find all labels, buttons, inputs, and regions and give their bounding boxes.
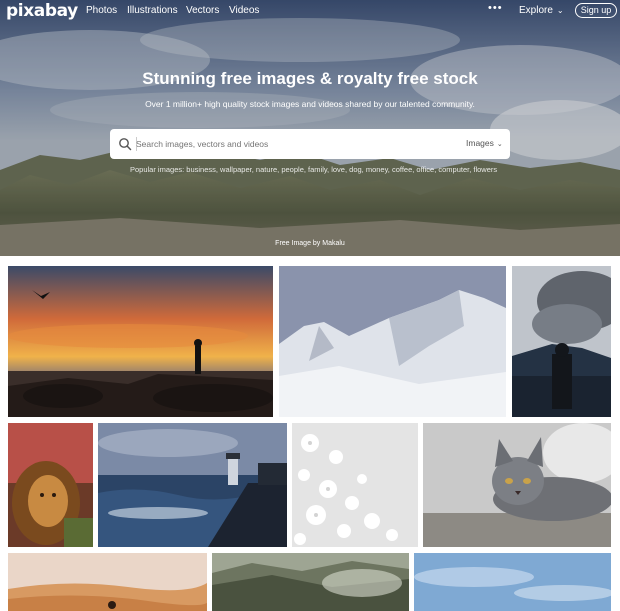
search-type-select[interactable]: Images ⌄ bbox=[466, 138, 503, 148]
explore-label: Explore bbox=[519, 5, 553, 16]
search-type-label: Images bbox=[466, 138, 494, 148]
hero-title: Stunning free images & royalty free stoc… bbox=[142, 69, 478, 88]
chevron-down-icon: ⌄ bbox=[556, 6, 564, 15]
signup-button[interactable]: Sign up bbox=[575, 3, 617, 18]
pixabay-logo[interactable]: pixabay bbox=[6, 1, 78, 21]
more-options-icon[interactable]: ••• bbox=[488, 2, 503, 14]
explore-menu[interactable]: Explore ⌄ bbox=[519, 5, 564, 16]
top-nav: pixabay Photos Illustrations Vectors Vid… bbox=[0, 0, 620, 22]
image-credit[interactable]: Free Image by Makalu bbox=[0, 240, 620, 247]
nav-link-videos[interactable]: Videos bbox=[229, 5, 259, 16]
pier-lighthouse-photo[interactable] bbox=[98, 423, 287, 547]
lion-photo[interactable] bbox=[8, 423, 93, 547]
white-paper-flowers-photo[interactable] bbox=[292, 423, 418, 547]
sunset-beach-silhouette-photo[interactable] bbox=[8, 266, 273, 417]
volcano-smoke-photo[interactable] bbox=[512, 266, 611, 417]
search-input[interactable] bbox=[136, 136, 436, 152]
nav-link-vectors[interactable]: Vectors bbox=[186, 5, 219, 16]
hero-background-image bbox=[0, 0, 620, 256]
desert-dunes-photo[interactable] bbox=[8, 553, 207, 611]
misty-mountains-photo[interactable] bbox=[212, 553, 409, 611]
grey-cat-photo[interactable] bbox=[423, 423, 611, 547]
nav-link-photos[interactable]: Photos bbox=[86, 5, 117, 16]
snowy-mountain-peaks-photo[interactable] bbox=[279, 266, 506, 417]
blue-sky-photo[interactable] bbox=[414, 553, 611, 611]
hero-subtitle: Over 1 million+ high quality stock image… bbox=[145, 99, 475, 109]
nav-link-illustrations[interactable]: Illustrations bbox=[127, 5, 178, 16]
search-icon[interactable] bbox=[118, 137, 132, 151]
popular-searches[interactable]: Popular images: business, wallpaper, nat… bbox=[130, 165, 500, 174]
search-bar: Images⌄ bbox=[110, 129, 510, 159]
chevron-down-icon: ⌄ bbox=[496, 141, 503, 148]
hero-banner: pixabay Photos Illustrations Vectors Vid… bbox=[0, 0, 620, 256]
